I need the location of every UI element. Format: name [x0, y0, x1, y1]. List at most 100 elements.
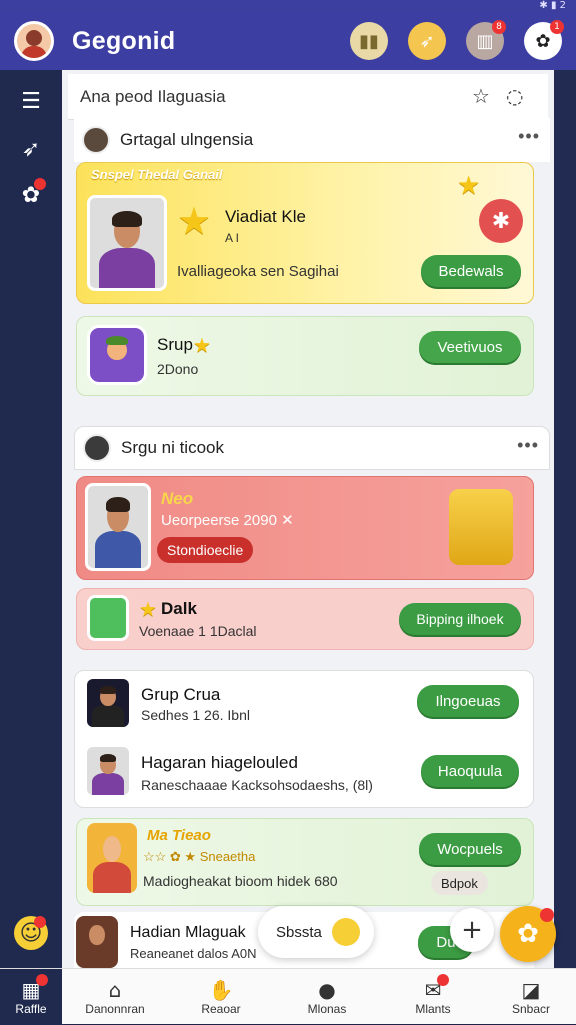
item-sub: Voenaae 1 1Daclal: [139, 623, 257, 639]
smile-icon[interactable]: ☺: [14, 916, 48, 950]
featured-name: Viadiat Kle: [225, 207, 306, 226]
item-photo: [87, 679, 129, 727]
mailbox-icon: ✉: [425, 974, 450, 1002]
nav-reactions[interactable]: ✋ Reaoar: [168, 969, 274, 1025]
friends-icon[interactable]: ✿: [14, 178, 48, 212]
nav-label: Reaoar: [201, 1002, 241, 1016]
item-sub: 2Dono: [157, 361, 199, 377]
modes-icon: ●: [318, 978, 336, 1002]
reactions-icon: ✋: [208, 978, 234, 1002]
smile-emoji-icon: [332, 918, 360, 946]
right-gutter: [554, 70, 576, 968]
group-header[interactable]: Srgu ni ticook •••: [74, 426, 550, 470]
item-action-button[interactable]: Veetivuos: [419, 331, 521, 363]
item-chip[interactable]: Stondioeclie: [157, 537, 254, 563]
item-name: Dalk: [161, 599, 197, 618]
item-sub: Ueorpeerse 2090 ✕: [161, 512, 294, 529]
search-text: Ana peod Ilaguasia: [80, 86, 226, 106]
chat-bubble[interactable]: Sbssta: [258, 906, 374, 958]
user-avatar[interactable]: [14, 21, 54, 61]
notification-badge: [540, 908, 554, 922]
chat-bubble-text: Sbssta: [276, 923, 322, 941]
left-sidebar: ☰ ➶ ✿ ☺: [0, 70, 62, 968]
feed-item-highlight[interactable]: Neo Ueorpeerse 2090 ✕ Stondioeclie: [76, 476, 534, 580]
settings-icon: ◪: [521, 978, 541, 1002]
item-character-icon: [87, 823, 137, 893]
nav-label: Snbacr: [511, 1002, 551, 1016]
feed-item[interactable]: ★ Dalk Voenaae 1 1Daclal Bipping ilhoek: [76, 588, 534, 650]
add-button[interactable]: +: [450, 908, 494, 952]
item-name: Grup Crua: [141, 685, 221, 704]
notification-badge: [36, 974, 49, 986]
featured-photo: [87, 195, 167, 291]
nav-label: Danonnran: [85, 1002, 145, 1016]
more-icon[interactable]: •••: [517, 435, 539, 456]
notification-badge: [34, 916, 46, 928]
item-action-button[interactable]: Ilngoeuas: [417, 685, 519, 717]
item-chip[interactable]: Bdpok: [431, 871, 488, 895]
star-icon: ★: [139, 597, 157, 621]
item-sub: Sedhes 1 26. Ibnl: [141, 707, 250, 723]
rocket-icon[interactable]: ➶: [14, 132, 48, 166]
main-feed: Ana peod Ilaguasia ☆ ◌ Grtagal ulngensia…: [62, 70, 554, 968]
bottom-navigation: ▦ Raffle ⌂ Danonnran ✋ Reaoar ● Mlonas ✉ Mlants ◪ S…: [0, 968, 576, 1025]
group-avatar: [83, 434, 111, 462]
group-title: Grtagal ulngensia: [120, 130, 254, 149]
item-game-icon: [87, 325, 147, 385]
pet-fab-button[interactable]: ✿: [500, 906, 556, 962]
item-icon: [87, 595, 129, 641]
featured-ribbon: Snspel Thedal Ganail: [91, 167, 223, 182]
nav-label: Mlants: [415, 1002, 451, 1016]
chat-icon[interactable]: ◌: [506, 84, 523, 108]
list-item[interactable]: Hagaran hiagelouled Raneschaaae Kacksohs…: [75, 741, 533, 807]
notification-badge: 8: [492, 20, 506, 34]
item-sub: Raneschaaae Kacksohsodaeshs, (8l): [141, 777, 373, 793]
item-name: Neo: [161, 489, 194, 508]
group-title: Srgu ni ticook: [121, 438, 224, 457]
status-bar: ✱ ▮ 2: [0, 0, 576, 12]
list-item[interactable]: Grup Crua Sedhes 1 26. Ibnl Ilngoeuas: [75, 671, 533, 737]
treasure-icon: [449, 489, 513, 565]
item-photo: [76, 916, 118, 968]
star-icon: ★: [193, 333, 211, 357]
game-icon[interactable]: ✿ 1: [524, 20, 564, 60]
trophy-icon[interactable]: ▮▮: [350, 22, 388, 60]
paw-icon: ✿: [517, 919, 539, 949]
item-action-button[interactable]: Bipping ilhoek: [399, 603, 521, 635]
item-name: Hadian Mlaguak: [130, 924, 246, 941]
nav-mailbox[interactable]: ✉ Mlants: [380, 969, 486, 1025]
app-title: Gegonid: [72, 26, 176, 55]
notification-badge: [34, 178, 46, 190]
top-app-bar: Gegonid ▮▮ ➶ ▥ 8 ✿ 1: [0, 12, 576, 70]
feed-item[interactable]: Srup ★ 2Dono Veetivuos: [76, 316, 534, 396]
nav-settings[interactable]: ◪ Snbacr: [486, 969, 576, 1025]
item-name: Ma Tieao: [147, 827, 211, 844]
item-name: Hagaran hiagelouled: [141, 753, 298, 772]
item-photo: [85, 483, 151, 571]
close-badge-icon[interactable]: ✱: [479, 199, 523, 243]
featured-action-button[interactable]: Bedewals: [421, 255, 521, 287]
rocket-icon[interactable]: ➶: [408, 22, 446, 60]
menu-icon[interactable]: ☰: [14, 84, 48, 118]
star-icon[interactable]: ☆: [472, 84, 490, 108]
featured-card[interactable]: Snspel Thedal Ganail ★ Viadiat Kle A I I…: [76, 162, 534, 304]
group-header[interactable]: Grtagal ulngensia •••: [74, 118, 550, 162]
nav-raffle[interactable]: ▦ Raffle: [0, 969, 62, 1025]
nav-label: Raffle: [15, 1002, 47, 1016]
item-name: Srup: [157, 335, 193, 354]
feed-item[interactable]: Ma Tieao ☆☆ ✿ ★ Sneaetha Madiogheakat bi…: [76, 818, 534, 906]
more-icon[interactable]: •••: [518, 126, 540, 147]
item-action-button[interactable]: Wocpuels: [419, 833, 521, 865]
search-bar[interactable]: Ana peod Ilaguasia ☆ ◌: [68, 74, 548, 120]
item-sub: ☆☆ ✿ ★ Sneaetha: [143, 849, 256, 864]
item-action-button[interactable]: Haoquula: [421, 755, 519, 787]
home-icon: ⌂: [108, 978, 122, 1002]
featured-tag: A I: [225, 231, 240, 245]
nav-home[interactable]: ⌂ Danonnran: [62, 969, 168, 1025]
shop-icon[interactable]: ▥ 8: [466, 20, 506, 60]
sparkle-icon: ★: [457, 171, 481, 201]
nav-modes[interactable]: ● Mlonas: [274, 969, 380, 1025]
item-photo: [87, 747, 129, 795]
raffle-icon: ▦: [22, 974, 49, 1002]
item-sub: Reaneanet dalos A0N: [130, 946, 257, 961]
